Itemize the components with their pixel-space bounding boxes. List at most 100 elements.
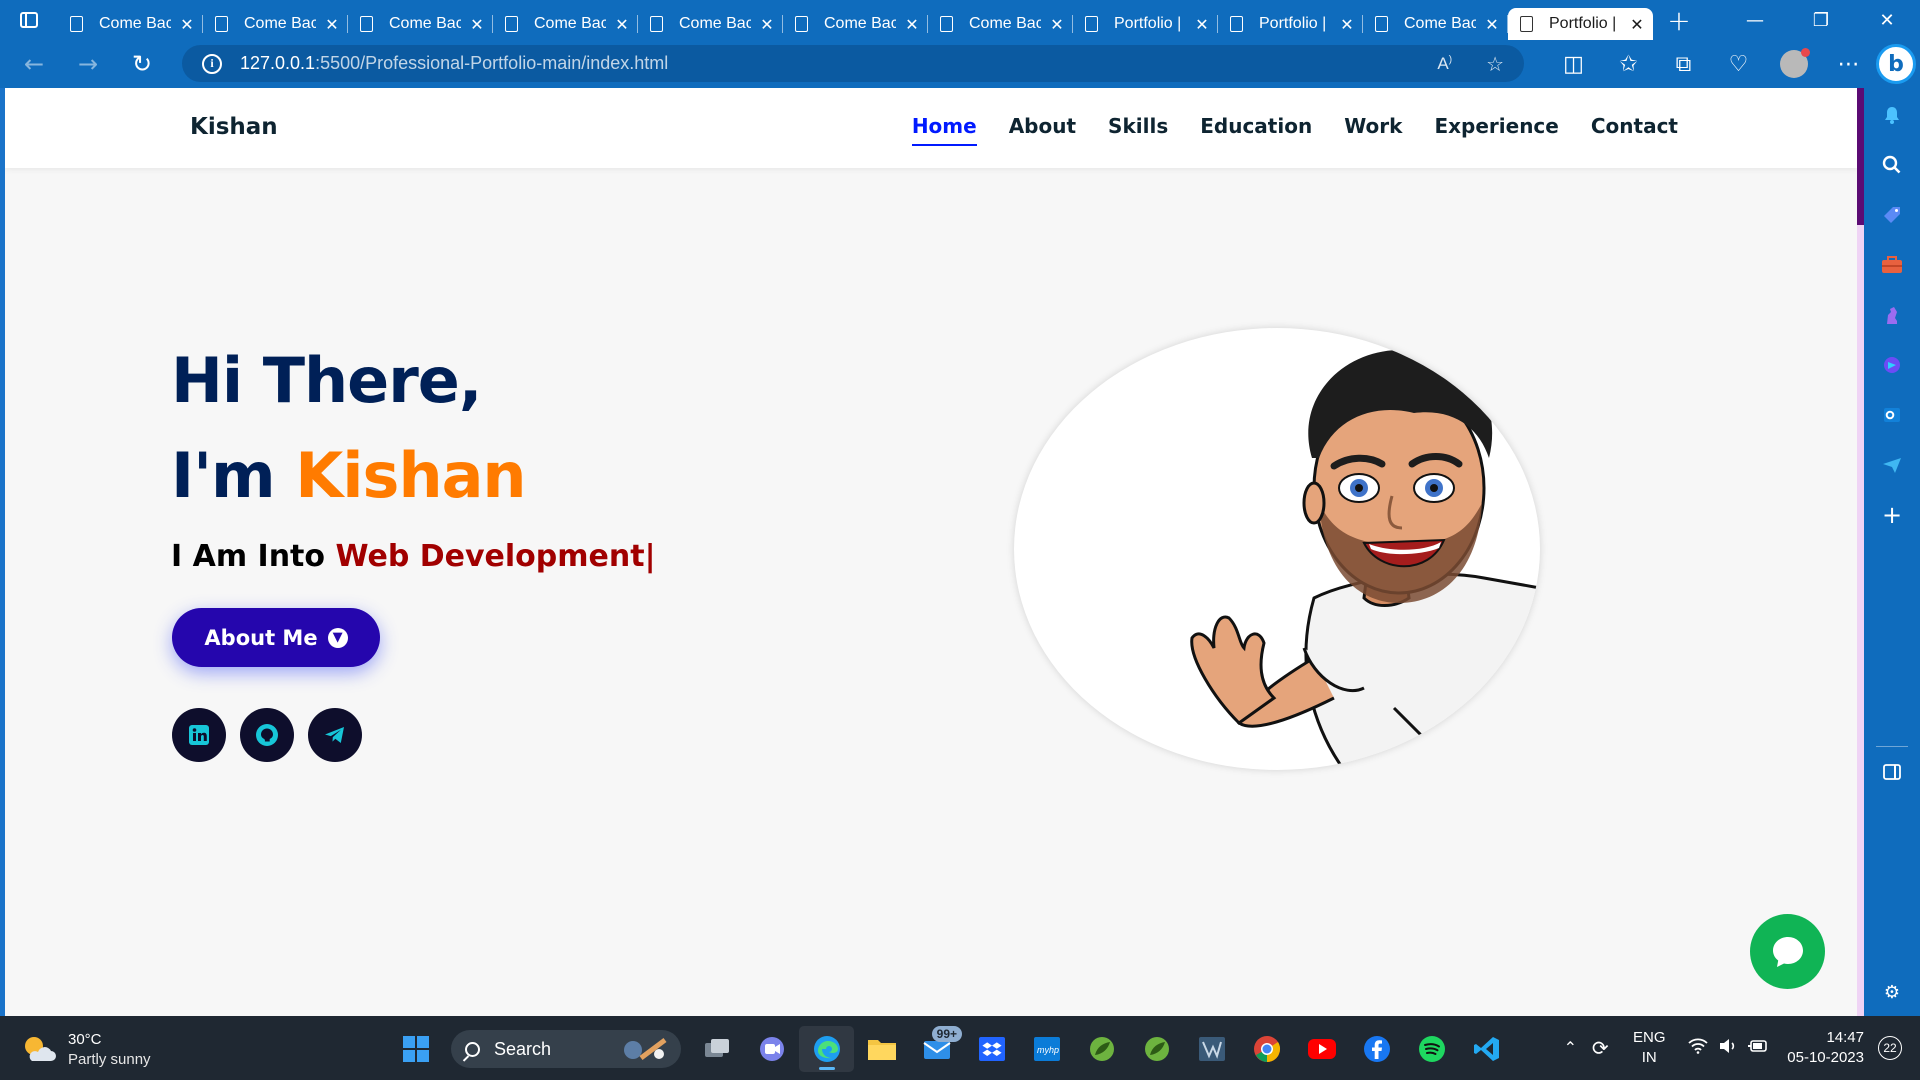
add-sidebar-app-icon[interactable]: + [1881,501,1903,529]
browser-tab[interactable]: Come Back ✕ [58,8,203,40]
volume-icon[interactable] [1713,1038,1743,1059]
microsoft-365-icon[interactable] [1881,354,1903,376]
minimize-button[interactable]: — [1722,0,1788,40]
wifi-icon[interactable] [1683,1038,1713,1059]
github-icon [256,724,278,746]
tools-briefcase-icon[interactable] [1881,254,1903,276]
show-hidden-icons-button[interactable]: ⌃ [1555,1038,1585,1058]
browser-tab[interactable]: Portfolio | ✕ [1508,8,1653,40]
spring-tools-app-2[interactable] [1129,1026,1184,1072]
weather-widget[interactable]: 30°C Partly sunny [22,1030,151,1070]
close-tab-icon[interactable]: ✕ [614,15,630,34]
close-tab-icon[interactable]: ✕ [1339,15,1355,34]
spring-tools-app[interactable] [1074,1026,1129,1072]
search-sidebar-icon[interactable] [1881,154,1903,176]
about-me-button[interactable]: About Me ▼ [172,608,380,667]
favorite-star-icon[interactable]: ☆ [1486,52,1504,76]
nav-link-education[interactable]: Education [1200,114,1312,146]
copilot-icon[interactable]: b [1876,44,1916,84]
browser-tab[interactable]: Come Back ✕ [493,8,638,40]
games-chess-icon[interactable] [1881,304,1903,326]
close-tab-icon[interactable]: ✕ [904,15,920,34]
sidebar-settings-icon[interactable]: ⚙ [1881,981,1903,1003]
facebook-app[interactable] [1349,1026,1404,1072]
new-tab-button[interactable]: + [1659,0,1699,40]
close-tab-icon[interactable]: ✕ [759,15,775,34]
address-bar[interactable]: i 127.0.0.1:5500/Professional-Portfolio-… [182,45,1524,82]
linkedin-link[interactable] [172,708,226,762]
close-window-button[interactable]: ✕ [1854,0,1920,40]
close-tab-icon[interactable]: ✕ [179,15,195,34]
browser-tab[interactable]: Come Back ✕ [203,8,348,40]
notification-center-badge[interactable]: 22 [1878,1036,1902,1060]
close-tab-icon[interactable]: ✕ [324,15,340,34]
close-tab-icon[interactable]: ✕ [1629,15,1645,34]
browser-tab[interactable]: Come Back ✕ [1363,8,1508,40]
teams-chat-app[interactable] [744,1026,799,1072]
clock[interactable]: 14:47 05-10-2023 [1787,1028,1864,1068]
youtube-app[interactable] [1294,1026,1349,1072]
task-view-button[interactable] [689,1026,744,1072]
spotify-app[interactable] [1404,1026,1459,1072]
close-tab-icon[interactable]: ✕ [1194,15,1210,34]
hide-sidebar-icon[interactable] [1881,761,1903,783]
forward-button[interactable]: → [61,40,115,88]
windows-logo-icon [402,1036,429,1062]
browser-tab[interactable]: Come Back ✕ [928,8,1073,40]
nav-link-skills[interactable]: Skills [1108,114,1168,146]
mail-app[interactable]: 99+ [909,1026,964,1072]
taskbar-search[interactable]: Search [451,1030,681,1068]
read-aloud-icon[interactable]: A) [1437,54,1452,74]
shopping-tag-icon[interactable] [1881,204,1903,226]
site-info-icon[interactable]: i [202,53,222,74]
split-screen-icon[interactable]: ◫ [1546,40,1601,88]
restore-button[interactable]: ❐ [1788,0,1854,40]
drop-send-icon[interactable] [1881,454,1903,476]
nav-link-work[interactable]: Work [1344,114,1402,146]
browser-essentials-icon[interactable]: ♡ [1711,40,1766,88]
language-indicator[interactable]: ENG IN [1625,1028,1673,1068]
profile-avatar[interactable] [1766,40,1821,88]
refresh-button[interactable]: ↻ [115,40,169,88]
favorites-icon[interactable]: ✩ [1601,40,1656,88]
back-button[interactable]: ← [7,40,61,88]
nav-link-about[interactable]: About [1009,114,1076,146]
settings-more-icon[interactable]: ⋯ [1821,40,1876,88]
battery-icon[interactable] [1743,1038,1773,1059]
browser-tab[interactable]: Come Back ✕ [783,8,928,40]
nav-link-home[interactable]: Home [911,114,977,146]
close-tab-icon[interactable]: ✕ [469,15,485,34]
browser-tab[interactable]: Come Back ✕ [348,8,493,40]
close-tab-icon[interactable]: ✕ [1484,15,1500,34]
start-button[interactable] [388,1026,443,1072]
browser-tab[interactable]: Come Back ✕ [638,8,783,40]
myhp-app[interactable]: myhp [1019,1026,1074,1072]
sync-icon[interactable]: ⟳ [1585,1036,1615,1061]
browser-tab[interactable]: Portfolio | ✕ [1073,8,1218,40]
site-logo[interactable]: Kishan [190,114,278,140]
notification-bell-icon[interactable] [1881,104,1903,126]
close-tab-icon[interactable]: ✕ [1049,15,1065,34]
nav-link-contact[interactable]: Contact [1591,114,1678,146]
page-scrollbar[interactable] [1857,88,1864,1016]
browser-tab[interactable]: Portfolio | ✕ [1218,8,1363,40]
telegram-link[interactable] [308,708,362,762]
dropbox-app[interactable] [964,1026,1019,1072]
vscode-app[interactable] [1459,1026,1514,1072]
chrome-app[interactable] [1239,1026,1294,1072]
address-url[interactable]: 127.0.0.1:5500/Professional-Portfolio-ma… [240,53,668,74]
github-link[interactable] [240,708,294,762]
edge-app[interactable] [799,1026,854,1072]
nav-link-experience[interactable]: Experience [1434,114,1558,146]
url-host: 127.0.0.1 [240,53,316,73]
page-icon [1230,16,1243,32]
scrollbar-thumb[interactable] [1857,88,1864,225]
tab-actions-button[interactable] [0,0,58,40]
file-explorer-app[interactable] [854,1026,909,1072]
facebook-icon [1363,1036,1390,1062]
mysql-workbench-app[interactable] [1184,1026,1239,1072]
svg-text:myhp: myhp [1037,1045,1059,1055]
outlook-icon[interactable] [1881,404,1903,426]
chat-widget-button[interactable] [1750,914,1825,989]
collections-icon[interactable]: ⧉ [1656,40,1711,88]
